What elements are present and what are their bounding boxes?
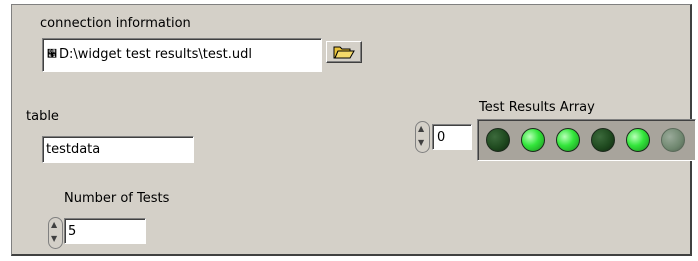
index-increment-arrow-icon[interactable]: ▲: [418, 125, 424, 133]
connection-path-value: D:\widget test results\test.udl: [59, 47, 252, 62]
led-indicator-4: [591, 128, 615, 152]
table-name-value: testdata: [46, 142, 101, 157]
led-indicator-5: [626, 128, 650, 152]
array-index-value: 0: [437, 130, 446, 145]
folder-open-icon: [333, 46, 355, 59]
front-panel: connection information ੡ D:\widget test …: [11, 4, 696, 256]
number-of-tests-stepper[interactable]: ▲ ▼: [48, 217, 63, 249]
index-decrement-arrow-icon[interactable]: ▼: [418, 139, 424, 147]
test-results-array-label: Test Results Array: [479, 100, 595, 115]
number-of-tests-value: 5: [68, 224, 77, 239]
connection-path-field[interactable]: ੡ D:\widget test results\test.udl: [42, 38, 322, 72]
browse-button[interactable]: [326, 41, 362, 63]
decrement-arrow-icon[interactable]: ▼: [51, 235, 57, 243]
array-index-stepper[interactable]: ▲ ▼: [415, 121, 430, 153]
array-index-field[interactable]: 0: [432, 124, 472, 150]
connection-label: connection information: [40, 16, 191, 31]
led-indicator-1: [486, 128, 510, 152]
test-results-array: [477, 119, 696, 161]
led-indicator-3: [556, 128, 580, 152]
increment-arrow-icon[interactable]: ▲: [51, 221, 57, 229]
table-name-field[interactable]: testdata: [42, 136, 194, 163]
number-of-tests-label: Number of Tests: [64, 191, 170, 206]
led-indicator-2: [521, 128, 545, 152]
table-label: table: [26, 109, 59, 124]
number-of-tests-field[interactable]: 5: [64, 218, 146, 244]
path-icon: ੡: [47, 49, 57, 60]
led-indicator-6: [661, 128, 685, 152]
